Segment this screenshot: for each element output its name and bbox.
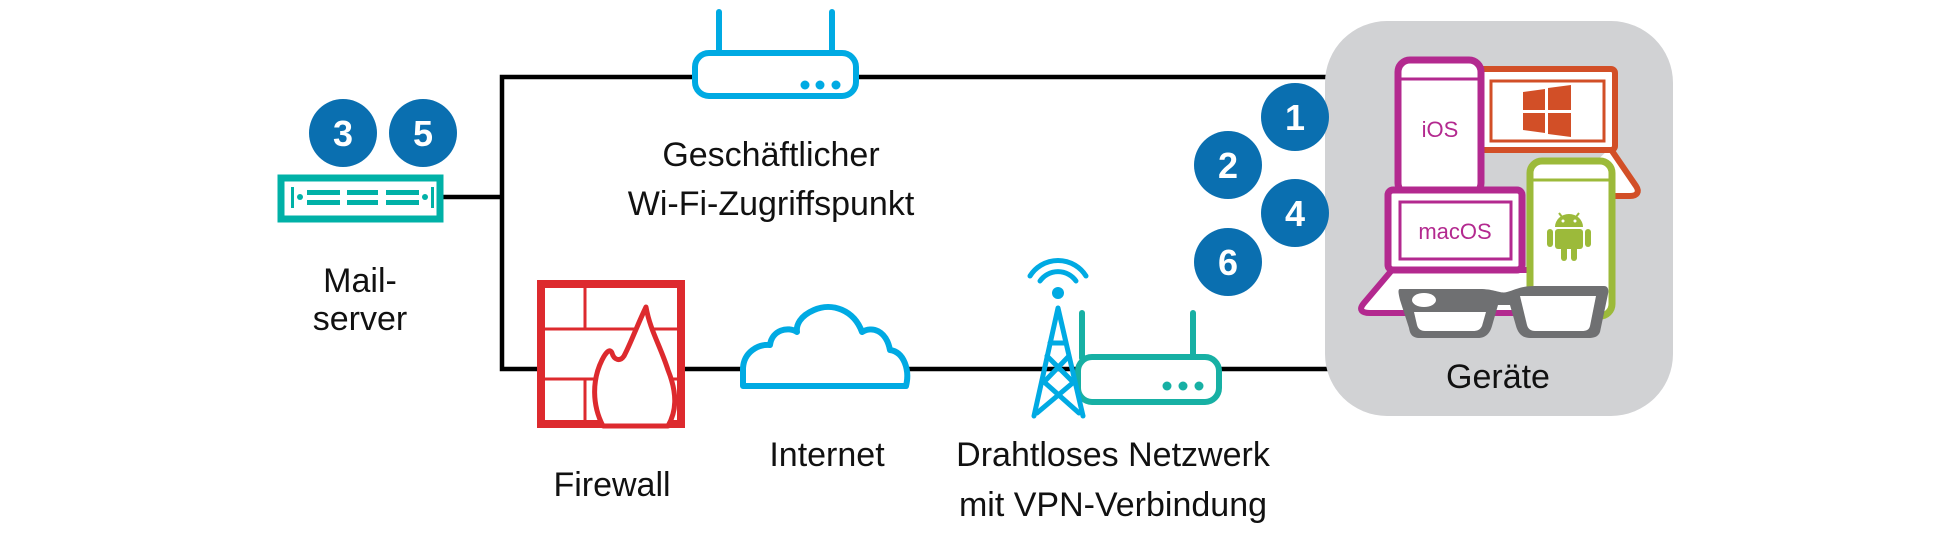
badge-number: 6 bbox=[1218, 242, 1238, 283]
badge-number: 5 bbox=[413, 113, 433, 154]
ios-phone-icon: iOS bbox=[1394, 56, 1485, 199]
firewall-node: Firewall bbox=[537, 280, 685, 504]
badge-number: 1 bbox=[1285, 97, 1305, 138]
cell-tower-router-icon bbox=[1027, 257, 1222, 419]
device-badges: 1 2 4 6 bbox=[1194, 83, 1329, 296]
server-icon bbox=[277, 174, 444, 223]
mailserver-label-line1: Mail- bbox=[323, 262, 397, 300]
cloud-icon bbox=[740, 304, 911, 389]
badge-1: 1 bbox=[1261, 83, 1329, 151]
wifi-ap-label-line2: Wi-Fi-Zugriffspunkt bbox=[628, 185, 915, 223]
wifi-router-icon bbox=[692, 9, 859, 99]
badge-2: 2 bbox=[1194, 131, 1262, 199]
mailserver-node: Mail- server bbox=[277, 174, 444, 338]
wifi-ap-node: Geschäftlicher Wi-Fi-Zugriffspunkt bbox=[628, 9, 915, 223]
vpn-node: Drahtloses Netzwerk mit VPN-Verbindung bbox=[956, 257, 1271, 524]
badge-6: 6 bbox=[1194, 228, 1262, 296]
vpn-label-line2: mit VPN-Verbindung bbox=[959, 486, 1267, 524]
badge-number: 4 bbox=[1285, 193, 1305, 234]
internet-node: Internet bbox=[740, 304, 911, 474]
internet-label: Internet bbox=[769, 436, 885, 474]
ios-label: iOS bbox=[1422, 117, 1459, 142]
network-diagram: Mail- server 3 5 Geschäftlicher Wi-Fi-Zu… bbox=[277, 9, 1673, 524]
vpn-label-line1: Drahtloses Netzwerk bbox=[956, 436, 1271, 474]
badge-5: 5 bbox=[389, 99, 457, 167]
macos-label: macOS bbox=[1418, 219, 1491, 244]
badge-3: 3 bbox=[309, 99, 377, 167]
firewall-icon bbox=[537, 280, 685, 429]
server-badges: 3 5 bbox=[309, 99, 457, 167]
badge-number: 2 bbox=[1218, 145, 1238, 186]
mailserver-label-line2: server bbox=[313, 300, 407, 338]
badge-4: 4 bbox=[1261, 179, 1329, 247]
badge-number: 3 bbox=[333, 113, 353, 154]
firewall-label: Firewall bbox=[553, 466, 670, 504]
wifi-ap-label-line1: Geschäftlicher bbox=[662, 136, 879, 174]
devices-label: Geräte bbox=[1446, 358, 1550, 396]
